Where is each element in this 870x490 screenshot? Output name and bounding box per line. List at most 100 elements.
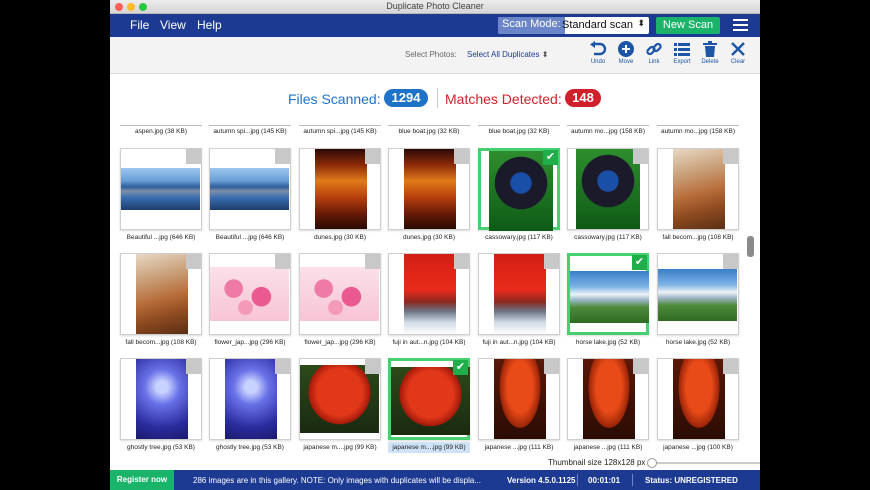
thumbnail-caption: japanese ...jpg (111 KB) (573, 444, 643, 451)
photo-thumbnail[interactable] (657, 148, 739, 230)
select-checkbox[interactable] (365, 359, 380, 374)
select-checkbox[interactable] (723, 254, 738, 269)
select-checkbox[interactable] (723, 149, 738, 164)
thumbnail-caption: cassowary.jpg (117 KB) (485, 234, 553, 241)
blossom-image (210, 267, 289, 321)
thumbnail-caption: japanese ...jpg (111 KB) (484, 444, 554, 451)
thumbnail-caption: fall becom...jpg (108 KB) (662, 234, 734, 241)
photo-thumbnail[interactable]: ✔ (567, 253, 649, 335)
photo-thumbnail[interactable] (299, 253, 381, 335)
select-checkbox[interactable] (723, 359, 738, 374)
select-checkbox[interactable] (275, 254, 290, 269)
hamburger-menu-icon[interactable] (733, 19, 748, 32)
thumbnail-caption: autumn spi...jpg (145 KB) (213, 128, 287, 135)
photo-thumbnail[interactable] (657, 253, 739, 335)
menu-help[interactable]: Help (197, 18, 222, 32)
thumbnail-caption: blue boat.jpg (32 KB) (398, 128, 460, 135)
photo-thumbnail[interactable] (209, 358, 291, 440)
dunes-image (315, 149, 367, 229)
select-checkbox[interactable] (275, 359, 290, 374)
photo-thumbnail[interactable]: ✔ (478, 148, 560, 231)
thumbnail-bottom-edge (299, 125, 381, 126)
updown-arrows-icon: ⬍ (637, 18, 645, 28)
select-checkbox[interactable] (365, 149, 380, 164)
scan-summary: Files Scanned: 1294 Matches Detected: 14… (110, 88, 760, 108)
select-checkbox[interactable] (365, 254, 380, 269)
undo-button[interactable]: Undo (584, 41, 612, 65)
fuji-image (494, 254, 546, 334)
red-tree-image (494, 359, 546, 439)
photo-thumbnail[interactable] (209, 148, 291, 230)
select-photos-dropdown[interactable]: Select All Duplicates ⬍ (467, 50, 548, 59)
undo-label: Undo (590, 59, 606, 65)
trash-icon (703, 41, 717, 57)
select-checkbox[interactable] (544, 359, 559, 374)
thumbnail-caption: autumn mo...jpg (158 KB) (570, 128, 646, 135)
select-checkbox[interactable] (454, 254, 469, 269)
updown-arrows-icon: ⬍ (541, 50, 549, 59)
new-scan-button[interactable]: New Scan (656, 17, 720, 34)
select-checkbox[interactable] (454, 149, 469, 164)
summary-divider (437, 88, 438, 108)
thumbnail-caption: autumn spi...jpg (145 KB) (303, 128, 377, 135)
thumbnail-bottom-edge (120, 125, 202, 126)
select-checkbox[interactable] (544, 254, 559, 269)
move-button[interactable]: Move (612, 41, 640, 65)
photo-thumbnail[interactable] (388, 148, 470, 230)
photo-thumbnail[interactable] (209, 253, 291, 335)
thumbnail-bottom-edge (478, 125, 560, 126)
thumbnail-bottom-edge (209, 125, 291, 126)
select-checkbox[interactable] (633, 149, 648, 164)
cassowary-image (576, 149, 640, 229)
photo-thumbnail[interactable] (478, 358, 560, 440)
select-checkbox[interactable] (186, 149, 201, 164)
clear-label: Clear (730, 59, 746, 65)
select-checkbox[interactable] (186, 254, 201, 269)
photo-thumbnail[interactable] (567, 358, 649, 440)
menu-file[interactable]: File (130, 18, 149, 32)
photo-thumbnail[interactable] (120, 253, 202, 335)
photo-thumbnail[interactable] (299, 148, 381, 230)
photo-thumbnail[interactable] (567, 148, 649, 230)
select-checkbox[interactable] (633, 359, 648, 374)
photo-thumbnail[interactable] (120, 148, 202, 230)
checkmark-icon[interactable]: ✔ (453, 360, 468, 375)
thumbnail-caption: ghostly tree.jpg (53 KB) (127, 444, 195, 451)
register-now-button[interactable]: Register now (110, 470, 174, 490)
red-maple-image (391, 367, 470, 435)
menu-view[interactable]: View (160, 18, 186, 32)
thumbnail-size-slider[interactable] (647, 458, 760, 468)
delete-button[interactable]: Delete (696, 41, 724, 65)
thumbnail-caption: Beautiful ...jpg (646 KB) (215, 234, 285, 241)
photo-thumbnail[interactable] (388, 253, 470, 335)
checkmark-icon[interactable]: ✔ (632, 255, 647, 270)
title-bar: Duplicate Photo Cleaner (110, 0, 760, 14)
thumbnail-caption: japanese m....jpg (99 KB) (392, 444, 466, 451)
link-button[interactable]: Link (640, 41, 668, 65)
clear-button[interactable]: Clear (724, 41, 752, 65)
slider-knob[interactable] (647, 458, 657, 468)
thumbnail-caption: fall becom...jpg (108 KB) (125, 339, 197, 346)
thumbnail-caption: horse lake.jpg (52 KB) (665, 339, 731, 346)
link-icon (646, 42, 662, 56)
ghostly-tree-image (225, 359, 277, 439)
thumbnail-caption: horse lake.jpg (52 KB) (575, 339, 641, 346)
photo-thumbnail[interactable] (120, 358, 202, 440)
matches-detected-label: Matches Detected: (445, 91, 562, 107)
thumbnail-caption: Beautiful ...jpg (646 KB) (126, 234, 196, 241)
photo-thumbnail[interactable] (478, 253, 560, 335)
vertical-scrollbar[interactable] (747, 236, 754, 257)
thumbnail-size-label: Thumbnail size 128x128 px (548, 458, 646, 467)
checkmark-icon[interactable]: ✔ (543, 150, 558, 165)
duplicates-grid: aspen.jpg (38 KB) autumn spi...jpg (145 K… (110, 118, 760, 458)
photo-thumbnail[interactable] (657, 358, 739, 440)
select-checkbox[interactable] (275, 149, 290, 164)
thumbnail-caption: dunes.jpg (30 KB) (402, 234, 456, 241)
select-checkbox[interactable] (186, 359, 201, 374)
photo-thumbnail[interactable] (299, 358, 381, 440)
registration-status: Status: UNREGISTERED (645, 476, 738, 485)
scan-mode-select[interactable]: Scan Mode: Standard scan ⬍ (498, 17, 649, 34)
thumbnail-caption: autumn mo...jpg (158 KB) (660, 128, 736, 135)
export-button[interactable]: Export (668, 41, 696, 65)
photo-thumbnail[interactable]: ✔ (388, 358, 470, 440)
